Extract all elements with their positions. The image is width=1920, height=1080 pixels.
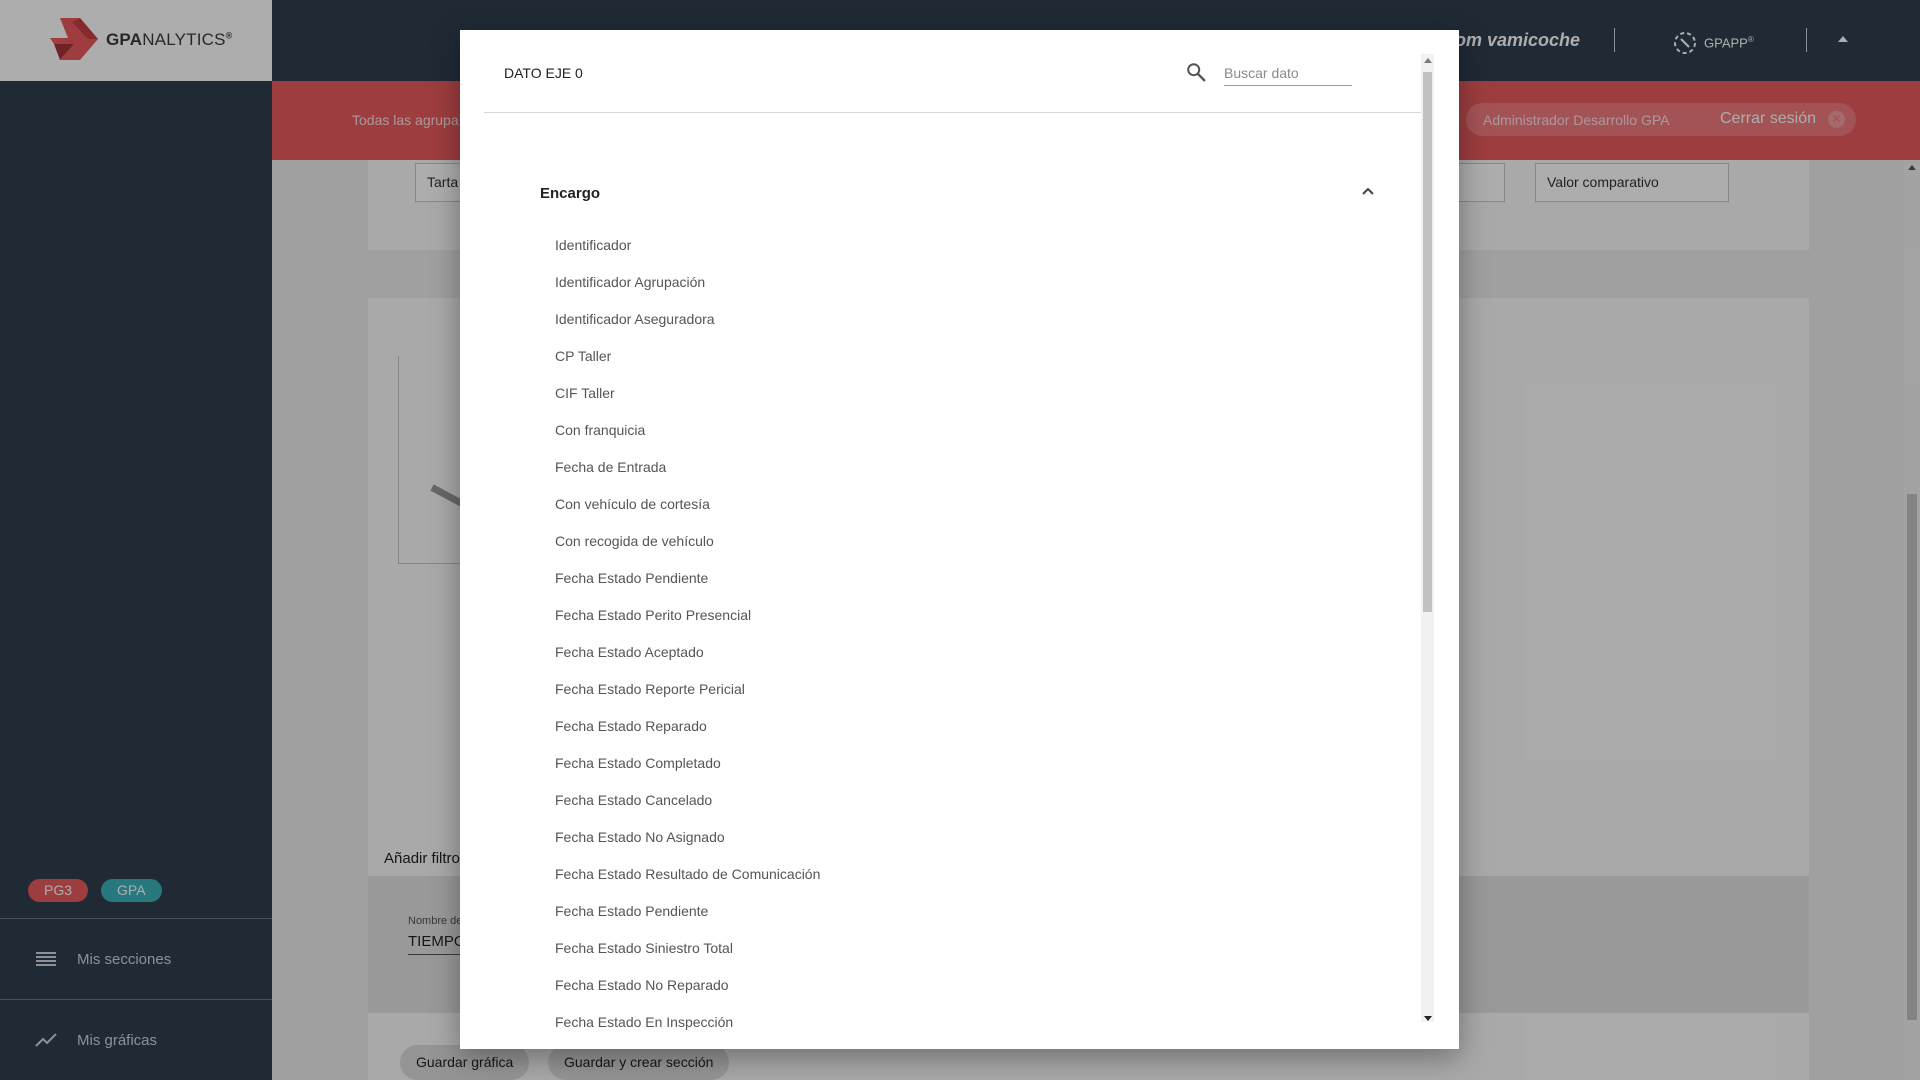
field-list: Identificador Identificador Agrupación Ide… <box>555 227 1355 1049</box>
data-axis-modal: DATO EJE 0 Encargo IdentificadorIdentifi… <box>460 30 1459 1049</box>
field-list-item[interactable]: Fecha Estado Pendiente <box>555 893 1355 930</box>
field-list-item[interactable]: Fecha Estado Reporte Pericial <box>555 671 1355 708</box>
field-list-item[interactable]: Con recogida de vehículo <box>555 523 1355 560</box>
field-list-item[interactable]: Fecha Estado Perito Presencial <box>555 597 1355 634</box>
field-list-item[interactable]: Fecha de Entrada <box>555 449 1355 486</box>
field-list-item[interactable]: Fecha Estado No Reparado <box>555 967 1355 1004</box>
field-list-item[interactable]: Identificador <box>555 227 1355 264</box>
search-input[interactable] <box>1224 60 1352 86</box>
search-icon <box>1187 63 1206 82</box>
field-list-item[interactable]: CIF Taller <box>555 375 1355 412</box>
field-list-item[interactable]: Fecha Estado Pendiente <box>555 560 1355 597</box>
field-list-item[interactable]: Fecha Estado Reparado <box>555 708 1355 745</box>
group-header-encargo[interactable]: Encargo <box>540 185 1376 215</box>
field-list-item[interactable]: Fecha Estado Resultado de Comunicación <box>555 856 1355 893</box>
scroll-down-icon[interactable] <box>1424 1016 1432 1021</box>
field-list-item[interactable]: Fecha Estado Siniestro Total <box>555 930 1355 967</box>
field-list-item[interactable]: Fecha Estado Aceptado <box>555 634 1355 671</box>
modal-title: DATO EJE 0 <box>504 65 583 81</box>
modal-divider <box>484 112 1422 113</box>
field-list-item[interactable]: Fecha Estado No Asignado <box>555 819 1355 856</box>
field-list-item[interactable]: Fecha Estado Completado <box>555 745 1355 782</box>
scroll-up-icon[interactable] <box>1424 58 1432 63</box>
field-list-item[interactable]: Identificador Agrupación <box>555 264 1355 301</box>
field-list-item[interactable]: CP Taller <box>555 338 1355 375</box>
field-list-item[interactable]: Con vehículo de cortesía <box>555 486 1355 523</box>
group-title: Encargo <box>540 185 601 202</box>
chevron-up-icon[interactable] <box>1360 183 1376 199</box>
field-list-item[interactable]: Con franquicia <box>555 412 1355 449</box>
field-list-item[interactable]: Fecha Estado En Inspección <box>555 1004 1355 1041</box>
field-list-item[interactable]: Identificador Aseguradora <box>555 301 1355 338</box>
modal-scrollbar-thumb[interactable] <box>1423 72 1432 612</box>
field-list-item[interactable]: Fecha Estado Cancelado <box>555 782 1355 819</box>
